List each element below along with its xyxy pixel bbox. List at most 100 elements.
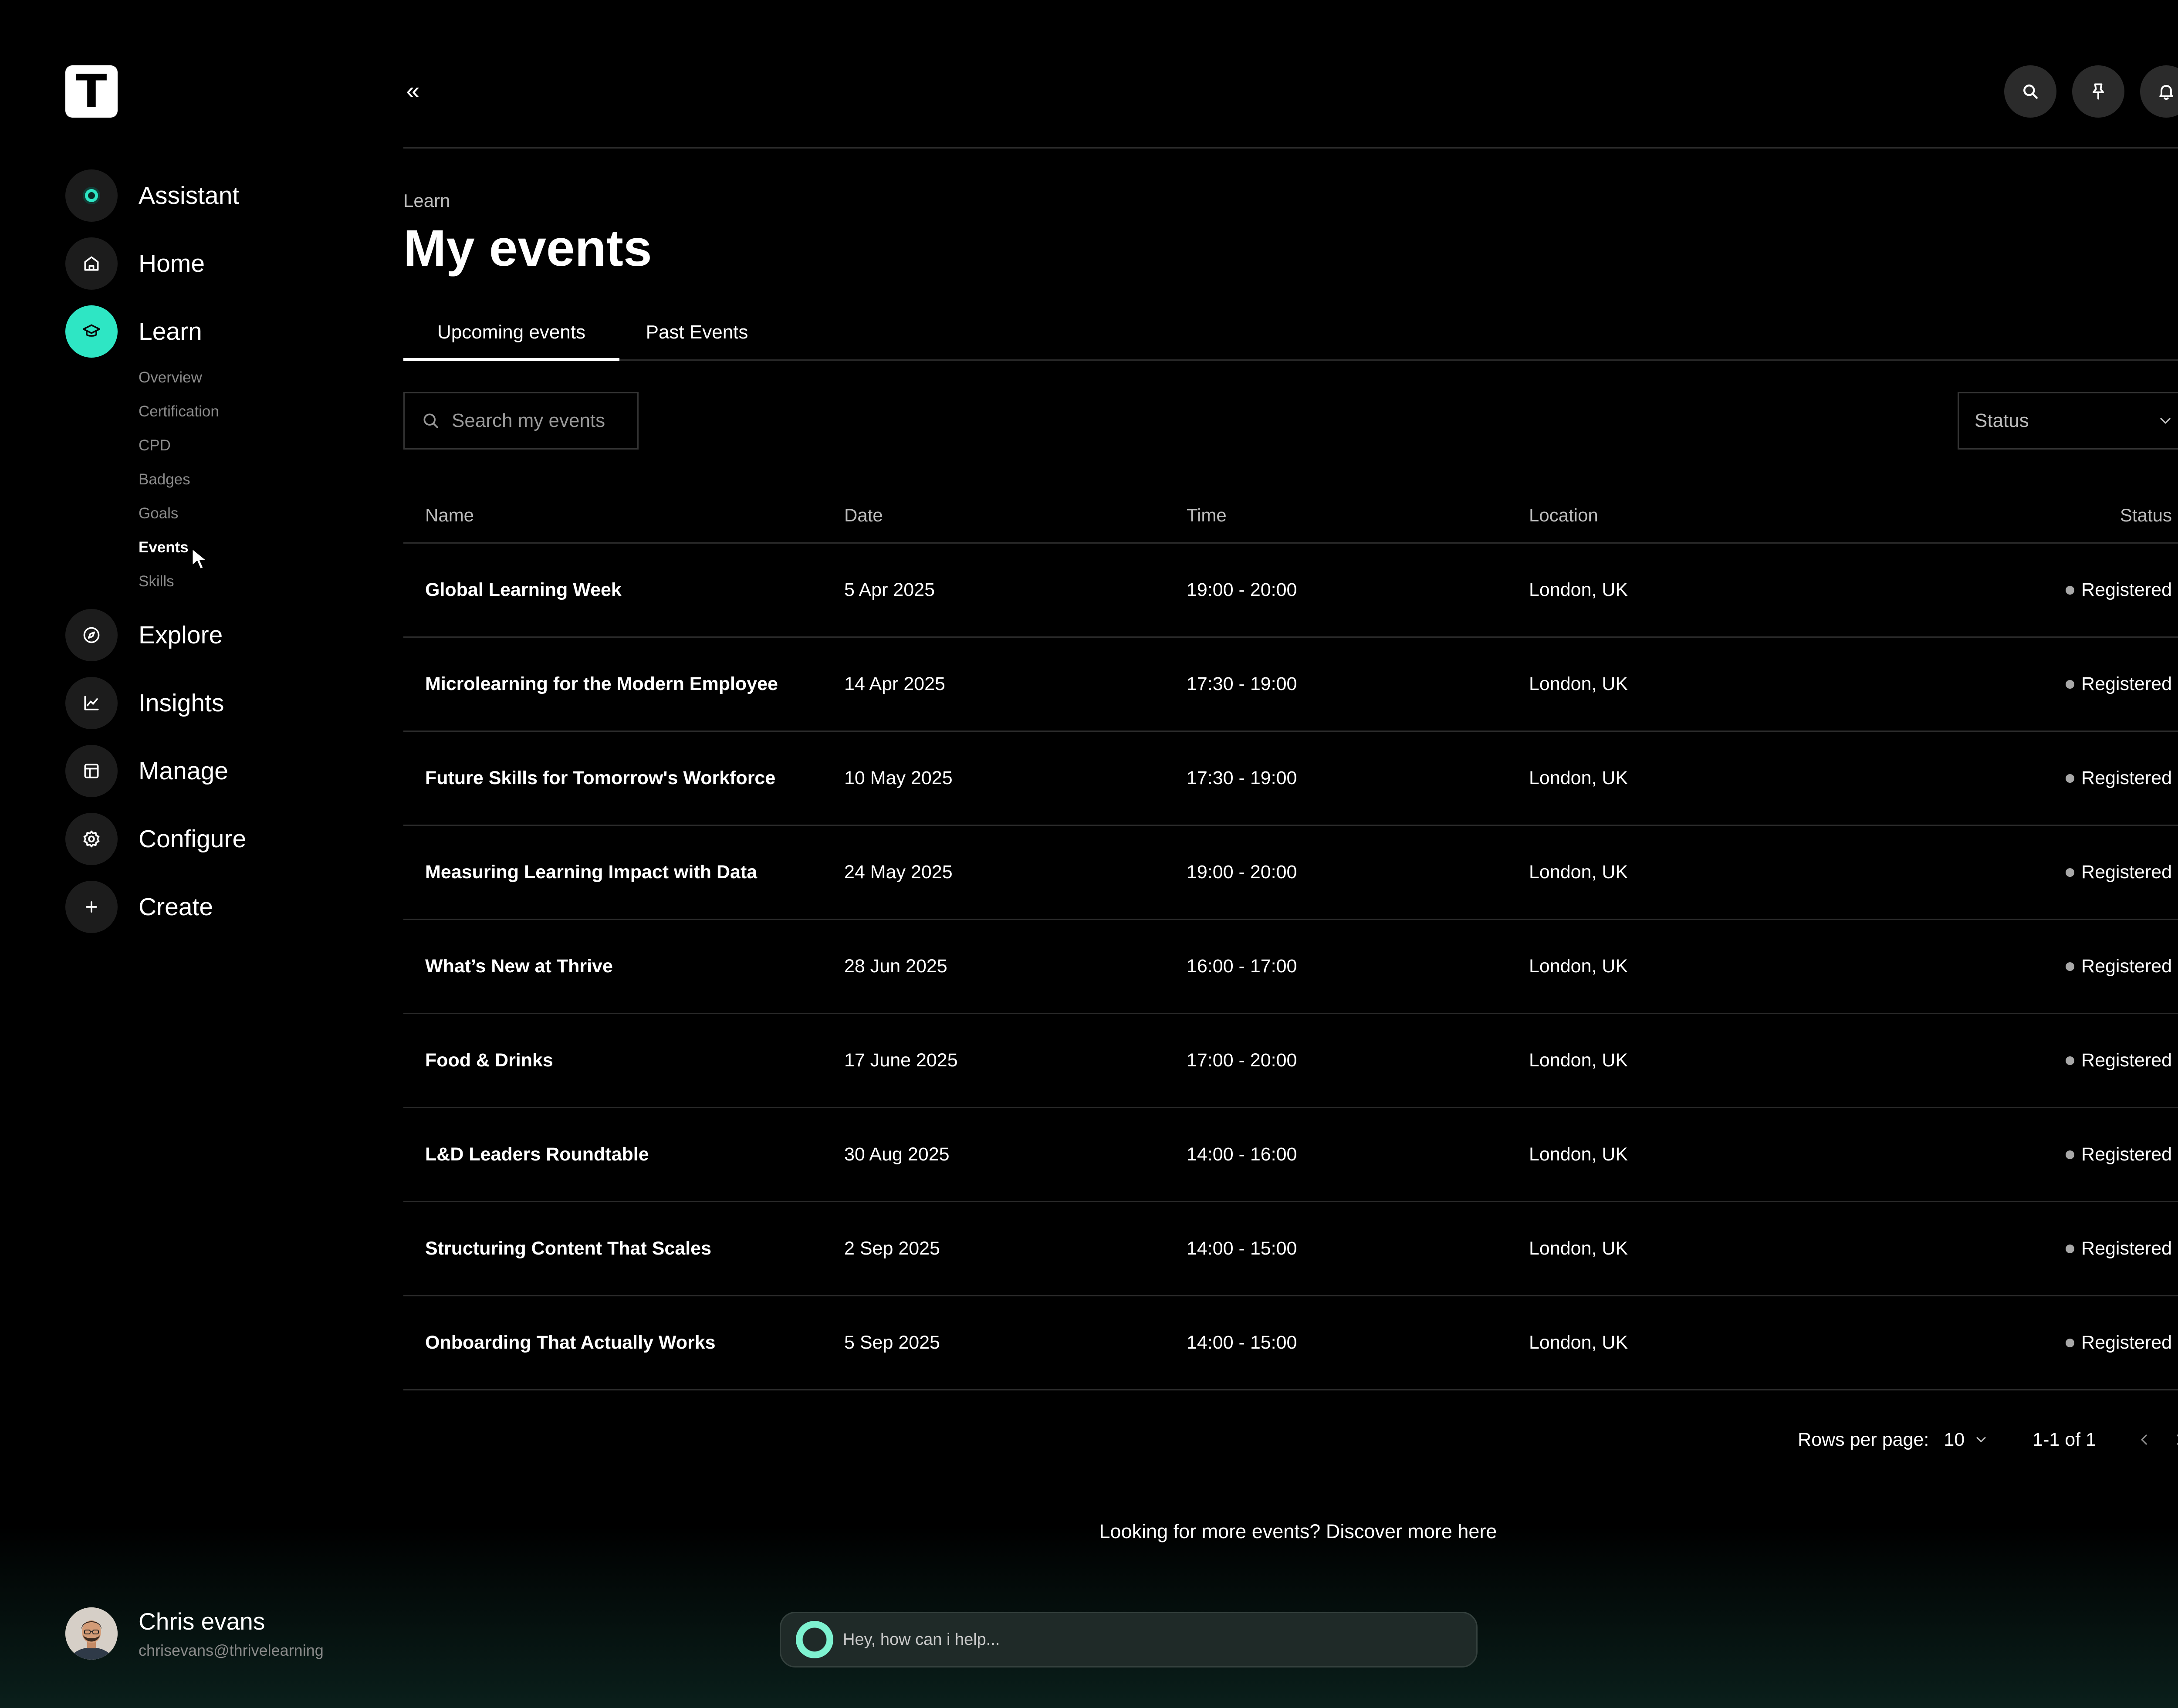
event-time: 14:00 - 16:00 [1187,1144,1297,1165]
discover-more-link[interactable]: Looking for more events? Discover more h… [403,1520,2178,1543]
event-date: 10 May 2025 [844,768,953,788]
sidebar-item-home[interactable]: Home [65,237,205,290]
column-header-date[interactable]: Date [844,488,883,542]
user-profile[interactable]: Chris evans chrisevans@thrivelearning [65,1607,324,1660]
sidebar-subitem-events[interactable]: Events [139,540,189,555]
pin-button[interactable] [2072,65,2124,118]
status-badge: Registered [2066,920,2172,1013]
event-location: London, UK [1529,579,1628,600]
status-badge: Registered [2066,1108,2172,1201]
column-header-time[interactable]: Time [1187,488,1227,542]
breadcrumb[interactable]: Learn [403,190,450,211]
event-name[interactable]: Measuring Learning Impact with Data [425,826,757,919]
event-name[interactable]: Food & Drinks [425,1014,553,1107]
sidebar-subitem-cpd[interactable]: CPD [139,438,171,453]
search-events-field[interactable] [403,392,639,450]
event-date: 30 Aug 2025 [844,1144,950,1165]
status-badge: Registered [2066,1202,2172,1295]
sidebar-subitem-goals[interactable]: Goals [139,506,178,521]
event-time: 17:00 - 20:00 [1187,1050,1297,1071]
sidebar-item-manage[interactable]: Manage [65,745,228,797]
event-date: 2 Sep 2025 [844,1238,940,1259]
event-name[interactable]: What’s New at Thrive [425,920,613,1013]
sidebar-item-learn[interactable]: Learn [65,305,202,358]
event-date: 24 May 2025 [844,862,953,883]
event-name[interactable]: Onboarding That Actually Works [425,1296,716,1389]
table-row[interactable]: Food & Drinks 17 June 2025 17:00 - 20:00… [403,1014,2178,1108]
sidebar-item-label: Manage [139,757,228,785]
assistant-input[interactable] [843,1630,1453,1649]
status-badge: Registered [2066,638,2172,731]
status-dot-icon [2066,1150,2075,1159]
next-page-button[interactable] [2167,1427,2178,1453]
sidebar-item-label: Configure [139,825,247,853]
assistant-chat-bar[interactable] [780,1612,1478,1667]
event-name[interactable]: Structuring Content That Scales [425,1202,711,1295]
sidebar-subitem-badges[interactable]: Badges [139,472,190,487]
sidebar-item-assistant[interactable]: Assistant [65,169,239,222]
table-row[interactable]: Structuring Content That Scales 2 Sep 20… [403,1202,2178,1296]
assistant-orb-icon [796,1621,833,1658]
event-name[interactable]: Global Learning Week [425,544,622,636]
rows-per-page-label: Rows per page: [1798,1429,1929,1450]
tab-past-events[interactable]: Past Events [619,305,774,359]
plus-icon [65,881,118,933]
sidebar-subitem-skills[interactable]: Skills [139,574,174,589]
status-badge: Registered [2066,1296,2172,1389]
column-header-name[interactable]: Name [425,488,474,542]
previous-page-button[interactable] [2131,1427,2157,1453]
status-filter-dropdown[interactable]: Status [1958,392,2178,450]
collapse-sidebar-button[interactable]: « [400,78,426,104]
column-header-status[interactable]: Status [2120,488,2172,542]
event-location: London, UK [1529,673,1628,694]
events-table: Name Date Time Location Status Global Le… [403,488,2178,1390]
event-name[interactable]: Future Skills for Tomorrow's Workforce [425,732,775,825]
notifications-button[interactable] [2140,65,2178,118]
table-row[interactable]: Microlearning for the Modern Employee 14… [403,638,2178,732]
sidebar-item-label: Assistant [139,182,240,210]
table-row[interactable]: Future Skills for Tomorrow's Workforce 1… [403,732,2178,826]
search-input[interactable] [452,410,635,432]
status-dot-icon [2066,774,2075,783]
table-header: Name Date Time Location Status [403,488,2178,544]
tab-bar: Upcoming events Past Events [403,305,2178,361]
status-filter-label: Status [1975,410,2029,431]
event-location: London, UK [1529,768,1628,788]
event-name[interactable]: L&D Leaders Roundtable [425,1108,649,1201]
status-dot-icon [2066,962,2075,971]
column-header-location[interactable]: Location [1529,488,1598,542]
status-badge: Registered [2066,732,2172,825]
app-logo[interactable]: T [65,65,118,118]
status-dot-icon [2066,680,2075,689]
sidebar-item-configure[interactable]: Configure [65,813,246,865]
pin-icon [2092,83,2104,100]
event-location: London, UK [1529,1332,1628,1353]
table-row[interactable]: Onboarding That Actually Works 5 Sep 202… [403,1296,2178,1390]
compass-icon [65,609,118,661]
pagination: Rows per page: 10 1-1 of 1 [1798,1422,2178,1457]
event-date: 28 Jun 2025 [844,956,947,977]
tab-upcoming-events[interactable]: Upcoming events [403,305,619,361]
sidebar-item-explore[interactable]: Explore [65,609,223,661]
sidebar-item-create[interactable]: Create [65,881,213,933]
gear-icon [65,813,118,865]
sidebar-subitem-certification[interactable]: Certification [139,404,219,419]
user-email: chrisevans@thrivelearning [139,1641,324,1659]
chevron-left-icon [2141,1434,2147,1445]
table-row[interactable]: Measuring Learning Impact with Data 24 M… [403,826,2178,920]
rows-per-page-select[interactable]: 10 [1944,1429,1989,1451]
line-chart-icon [65,677,118,729]
double-chevron-left-icon: « [406,77,420,104]
table-row[interactable]: L&D Leaders Roundtable 30 Aug 2025 14:00… [403,1108,2178,1202]
chevron-down-icon [1976,1437,1986,1442]
header-divider [403,147,2178,149]
status-badge: Registered [2066,544,2172,636]
table-row[interactable]: Global Learning Week 5 Apr 2025 19:00 - … [403,544,2178,638]
status-dot-icon [2066,1056,2075,1065]
event-time: 16:00 - 17:00 [1187,956,1297,977]
search-button[interactable] [2004,65,2056,118]
sidebar-subitem-overview[interactable]: Overview [139,370,202,385]
table-row[interactable]: What’s New at Thrive 28 Jun 2025 16:00 -… [403,920,2178,1014]
event-name[interactable]: Microlearning for the Modern Employee [425,638,778,731]
sidebar-item-insights[interactable]: Insights [65,677,224,729]
